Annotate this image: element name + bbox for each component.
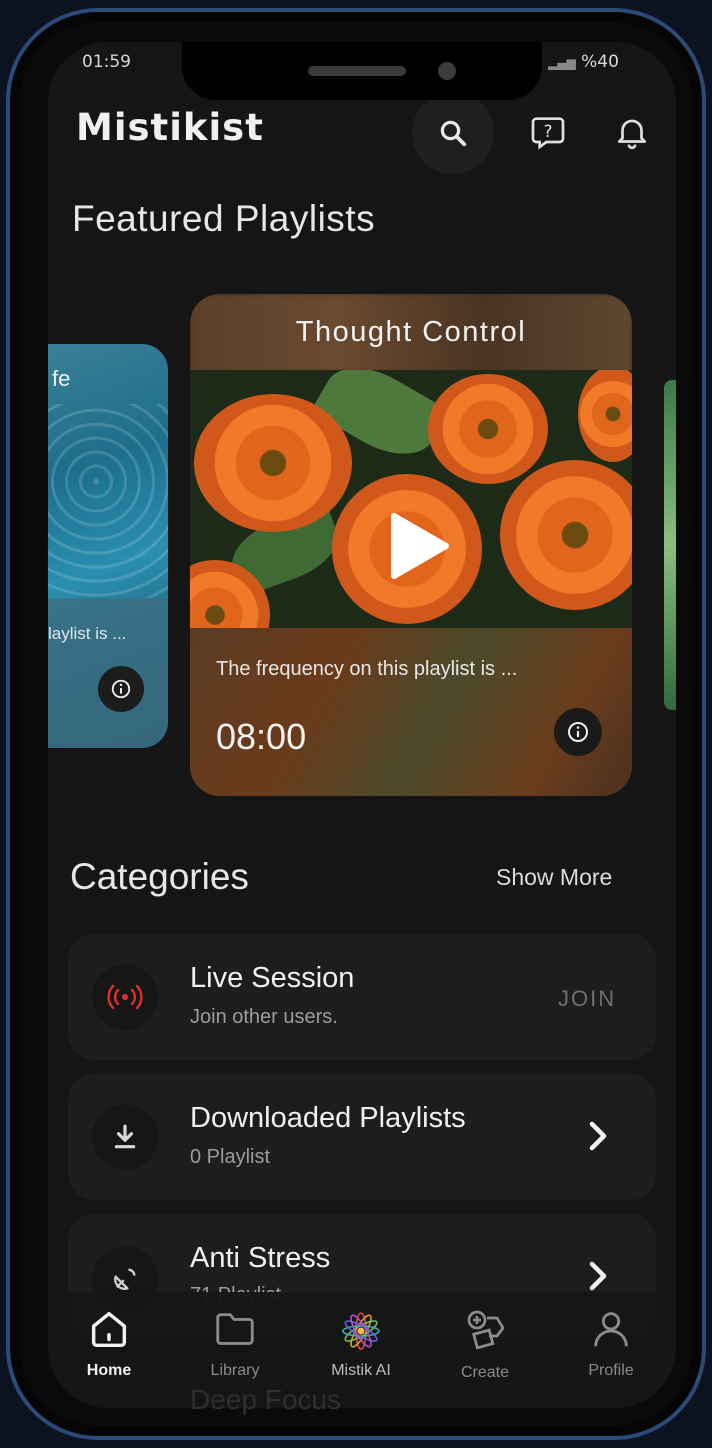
download-icon bbox=[92, 1104, 158, 1170]
categories-title: Categories bbox=[70, 856, 249, 897]
tab-label: Profile bbox=[588, 1362, 634, 1379]
category-title: Downloaded Playlists bbox=[190, 1102, 466, 1134]
play-icon[interactable] bbox=[388, 512, 450, 580]
playlist-card-featured-title: Thought Control bbox=[295, 316, 527, 348]
featured-playlists-title: Featured Playlists bbox=[72, 198, 376, 239]
zinnia-flower bbox=[500, 460, 632, 610]
tab-library[interactable]: Library bbox=[180, 1306, 290, 1380]
help-button[interactable]: ? bbox=[526, 110, 570, 154]
playlist-duration: 08:00 bbox=[216, 716, 307, 757]
tab-label: Create bbox=[460, 1364, 510, 1381]
flower-image bbox=[190, 370, 632, 628]
camera-notch bbox=[182, 42, 542, 100]
tab-profile[interactable]: Profile bbox=[556, 1306, 666, 1380]
signal-icon: ▂▄▆ bbox=[548, 56, 576, 70]
playlist-info-button[interactable] bbox=[554, 708, 602, 756]
user-icon bbox=[594, 1312, 628, 1347]
category-title: Anti Stress bbox=[190, 1242, 331, 1274]
playlist-card-previous-title: fe bbox=[52, 366, 71, 391]
battery-percent: %40 bbox=[581, 52, 619, 72]
home-icon bbox=[91, 1311, 127, 1348]
tab-label: Library bbox=[210, 1362, 260, 1379]
chevron-right-icon bbox=[589, 1121, 607, 1151]
join-button[interactable]: JOIN bbox=[558, 986, 616, 1012]
category-title-partial: Deep Focus bbox=[190, 1384, 341, 1415]
category-subtitle: Join other users. bbox=[190, 1006, 338, 1028]
tab-label: Mistik AI bbox=[331, 1362, 391, 1379]
tab-mistik-ai[interactable]: Mistik AI bbox=[306, 1306, 416, 1380]
notifications-button[interactable] bbox=[610, 110, 654, 154]
status-battery: ▂▄▆ %40 bbox=[548, 52, 619, 72]
search-icon bbox=[440, 120, 467, 147]
info-icon bbox=[111, 679, 131, 699]
app-brand: Mistikist bbox=[76, 106, 264, 149]
status-time: 01:59 bbox=[82, 52, 131, 72]
playlist-card-next[interactable] bbox=[664, 380, 676, 710]
show-more-link[interactable]: Show More bbox=[496, 864, 612, 891]
ocean-texture bbox=[48, 404, 168, 598]
tab-home[interactable]: Home bbox=[54, 1306, 164, 1380]
create-shapes-icon bbox=[467, 1310, 505, 1350]
playlist-card-previous-description: laylist is ... bbox=[48, 624, 127, 643]
tab-create[interactable]: Create bbox=[430, 1306, 540, 1382]
zinnia-flower bbox=[578, 370, 632, 462]
category-title: Live Session bbox=[190, 962, 355, 994]
zinnia-flower bbox=[194, 394, 352, 532]
info-icon bbox=[568, 722, 588, 742]
chevron-right-icon bbox=[589, 1261, 607, 1291]
bell-icon bbox=[617, 119, 647, 150]
svg-text:?: ? bbox=[544, 122, 553, 141]
mandala-icon bbox=[342, 1312, 380, 1350]
playlist-card-featured-description: The frequency on this playlist is ... bbox=[216, 658, 518, 680]
search-button[interactable] bbox=[412, 92, 494, 174]
category-subtitle: 0 Playlist bbox=[190, 1146, 271, 1168]
help-chat-icon: ? bbox=[531, 117, 565, 150]
speaker-grille bbox=[308, 66, 406, 76]
tab-label: Home bbox=[86, 1362, 132, 1379]
folder-icon bbox=[216, 1313, 254, 1345]
playlist-info-button[interactable] bbox=[98, 666, 144, 712]
front-camera bbox=[438, 62, 456, 80]
live-broadcast-icon bbox=[92, 964, 158, 1030]
zinnia-flower bbox=[428, 374, 548, 484]
